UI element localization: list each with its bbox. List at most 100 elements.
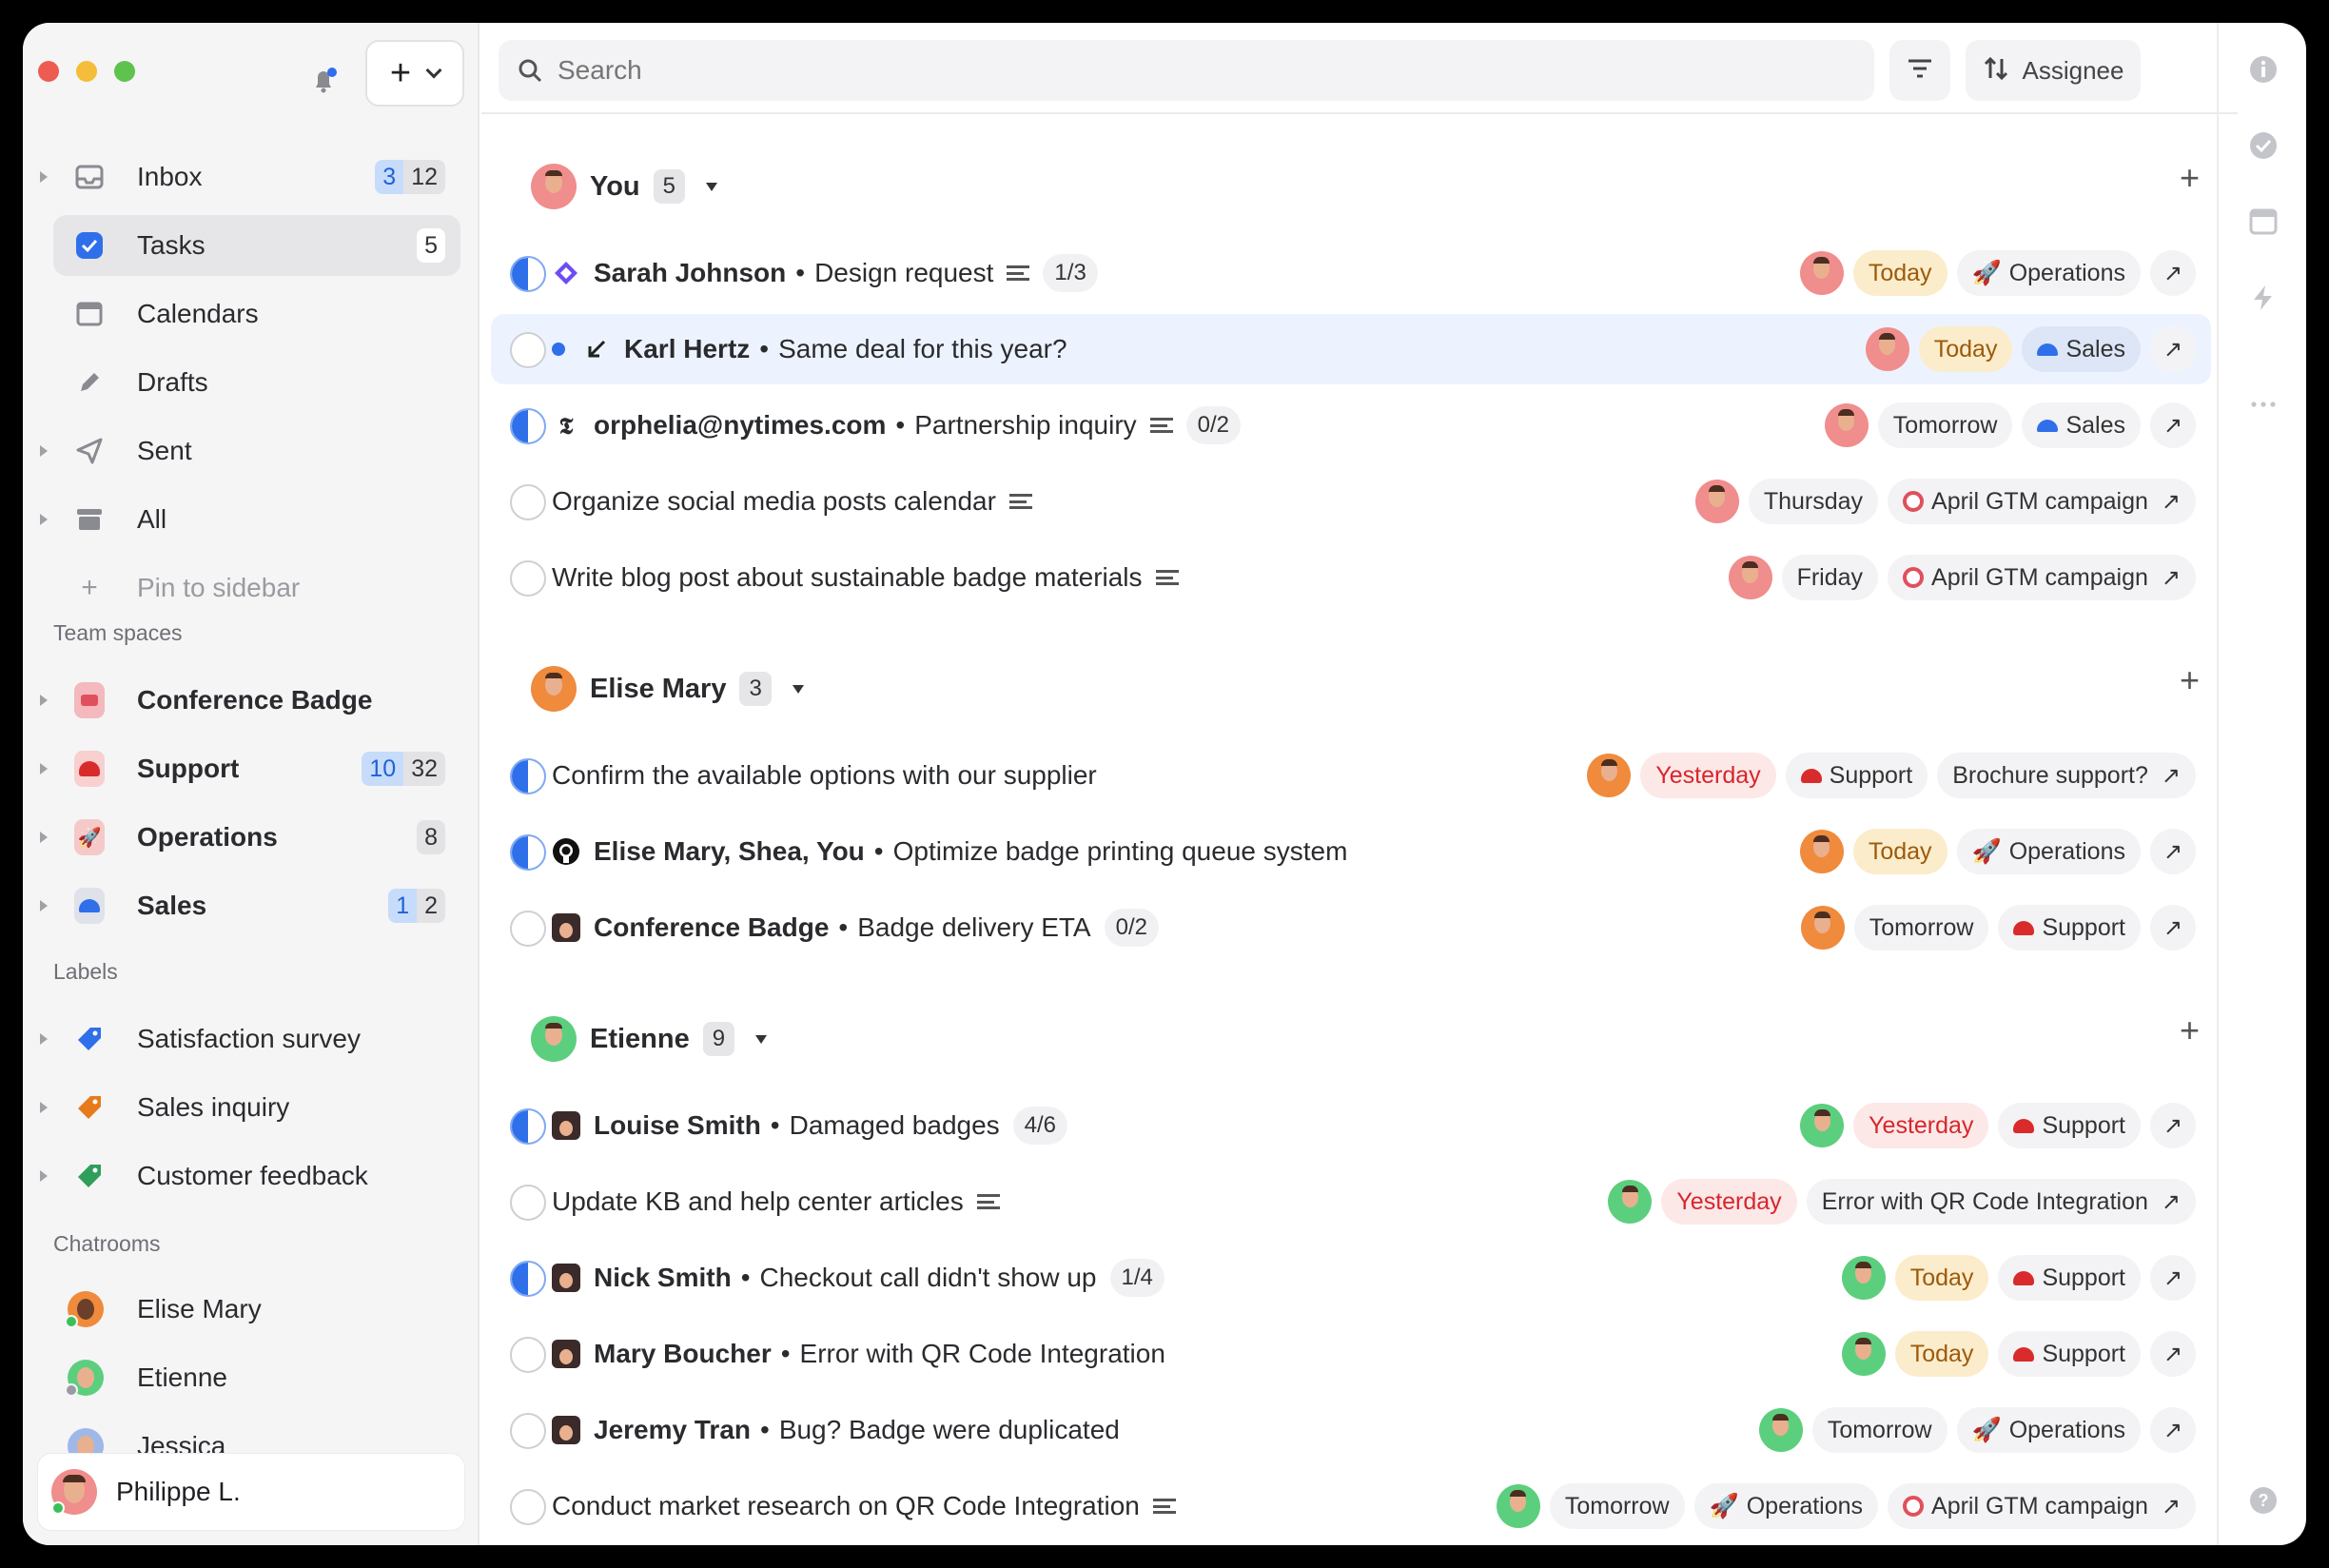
assignee-group-header[interactable]: Etienne 9 xyxy=(531,1016,768,1062)
assignee-avatar[interactable] xyxy=(531,1016,577,1062)
assignee-avatar[interactable] xyxy=(1728,556,1772,599)
task-checkbox[interactable] xyxy=(510,834,546,871)
project-chip[interactable]: 🚀 Operations xyxy=(1693,1483,1879,1529)
search-bar[interactable] xyxy=(499,40,1874,101)
assignee-avatar[interactable] xyxy=(1758,1408,1803,1452)
task-row[interactable]: Conference Badge • Badge delivery ETA 0/2 T… xyxy=(491,892,2211,963)
project-chip[interactable]: Sales xyxy=(2022,326,2141,372)
project-chip[interactable]: 🚀 Operations xyxy=(1956,250,2141,296)
sidebar-item-support[interactable]: Support 10 32 xyxy=(40,738,460,799)
filter-button[interactable] xyxy=(1889,40,1950,101)
assignee-avatar[interactable] xyxy=(1799,830,1844,873)
task-row[interactable]: Mary Boucher • Error with QR Code Integrat… xyxy=(491,1319,2211,1389)
due-date-chip[interactable]: Tomorrow xyxy=(1877,402,2013,448)
expand-caret-icon[interactable] xyxy=(40,1033,48,1045)
open-arrow-icon[interactable]: ↗ xyxy=(2150,1407,2196,1453)
open-arrow-icon[interactable]: ↗ xyxy=(2162,1188,2181,1216)
due-date-chip[interactable]: Today xyxy=(1852,250,1947,296)
project-chip[interactable]: Support xyxy=(1998,1331,2141,1377)
sidebar-item-operations[interactable]: 🚀 Operations 8 xyxy=(40,807,460,868)
add-task-plus-icon[interactable]: + xyxy=(2180,660,2200,700)
open-arrow-icon[interactable]: ↗ xyxy=(2150,1331,2196,1377)
assignee-avatar[interactable] xyxy=(1800,1104,1845,1147)
search-input[interactable] xyxy=(558,55,1794,86)
add-task-plus-icon[interactable]: + xyxy=(2180,1010,2200,1050)
task-row[interactable]: Jeremy Tran • Bug? Badge were duplicated T… xyxy=(491,1395,2211,1465)
task-row[interactable]: Nick Smith • Checkout call didn't show up 1… xyxy=(491,1243,2211,1313)
due-date-chip[interactable]: Tomorrow xyxy=(1853,905,1989,951)
chevron-down-icon[interactable] xyxy=(425,62,442,79)
open-arrow-icon[interactable]: ↗ xyxy=(2150,402,2196,448)
task-row[interactable]: Elise Mary, Shea, You • Optimize badge pri… xyxy=(491,816,2211,887)
expand-caret-icon[interactable] xyxy=(40,832,48,843)
due-date-chip[interactable]: Tomorrow xyxy=(1549,1483,1685,1529)
close-window-button[interactable] xyxy=(38,61,59,82)
assignee-avatar[interactable] xyxy=(1587,754,1632,797)
task-checkbox[interactable] xyxy=(510,332,546,368)
expand-caret-icon[interactable] xyxy=(40,695,48,706)
assignee-avatar[interactable] xyxy=(1608,1180,1653,1224)
task-row[interactable]: Write blog post about sustainable badge … xyxy=(491,542,2211,613)
linked-item-chip[interactable]: Brochure support? ↗ xyxy=(1937,753,2196,798)
task-checkbox[interactable] xyxy=(510,1261,546,1297)
sort-by-assignee-button[interactable]: Assignee xyxy=(1966,40,2141,101)
assignee-avatar[interactable] xyxy=(1865,327,1909,371)
due-date-chip[interactable]: Today xyxy=(1894,1255,1989,1301)
assignee-group-header[interactable]: Elise Mary 3 xyxy=(531,666,804,712)
calendar-icon[interactable] xyxy=(2249,207,2278,236)
more-icon[interactable] xyxy=(2249,390,2278,419)
sidebar-item-sales[interactable]: Sales 12 xyxy=(40,875,460,936)
assignee-avatar[interactable] xyxy=(1824,403,1869,447)
project-chip[interactable]: 🚀 Operations xyxy=(1956,1407,2141,1453)
sidebar-item-customer-feedback[interactable]: Customer feedback xyxy=(40,1146,460,1206)
assignee-avatar[interactable] xyxy=(1694,480,1739,523)
due-date-chip[interactable]: Today xyxy=(1894,1331,1989,1377)
project-chip[interactable]: Support xyxy=(1785,753,1928,798)
collapse-caret-icon[interactable] xyxy=(705,182,717,191)
open-arrow-icon[interactable]: ↗ xyxy=(2150,326,2196,372)
task-checkbox[interactable] xyxy=(510,1489,546,1525)
pin-to-sidebar-button[interactable]: + Pin to sidebar xyxy=(53,558,460,618)
help-icon[interactable]: ? xyxy=(2249,1486,2278,1515)
maximize-window-button[interactable] xyxy=(114,61,135,82)
due-date-chip[interactable]: Tomorrow xyxy=(1811,1407,1947,1453)
task-checkbox[interactable] xyxy=(510,484,546,520)
project-chip[interactable]: Support xyxy=(1998,1103,2141,1148)
minimize-window-button[interactable] xyxy=(76,61,97,82)
project-chip[interactable]: April GTM campaign ↗ xyxy=(1888,555,2196,600)
chatroom-etienne[interactable]: Etienne xyxy=(53,1347,460,1408)
open-arrow-icon[interactable]: ↗ xyxy=(2150,1255,2196,1301)
due-date-chip[interactable]: Yesterday xyxy=(1661,1179,1797,1225)
due-date-chip[interactable]: Yesterday xyxy=(1853,1103,1989,1148)
current-user-button[interactable]: Philippe L. xyxy=(38,1454,464,1530)
task-checkbox[interactable] xyxy=(510,758,546,794)
open-arrow-icon[interactable]: ↗ xyxy=(2150,1103,2196,1148)
linked-item-chip[interactable]: April GTM campaign ↗ xyxy=(1888,1483,2196,1529)
project-chip[interactable]: April GTM campaign ↗ xyxy=(1888,479,2196,524)
sidebar-item-calendars[interactable]: Calendars xyxy=(53,284,460,344)
collapse-caret-icon[interactable] xyxy=(792,684,804,694)
task-check-icon[interactable] xyxy=(2249,131,2278,160)
open-arrow-icon[interactable]: ↗ xyxy=(2162,762,2181,790)
add-task-plus-icon[interactable]: + xyxy=(2180,158,2200,198)
open-arrow-icon[interactable]: ↗ xyxy=(2150,250,2196,296)
task-row[interactable]: Karl Hertz • Same deal for this year? Toda… xyxy=(491,314,2211,384)
lightning-icon[interactable] xyxy=(2249,284,2278,312)
task-checkbox[interactable] xyxy=(510,1337,546,1373)
assignee-avatar[interactable] xyxy=(1841,1332,1886,1376)
assignee-group-header[interactable]: You 5 xyxy=(531,164,717,209)
assignee-avatar[interactable] xyxy=(1799,251,1844,295)
task-row[interactable]: Update KB and help center articles Yeste… xyxy=(491,1166,2211,1237)
sidebar-item-drafts[interactable]: Drafts xyxy=(53,352,460,413)
due-date-chip[interactable]: Today xyxy=(1918,326,2013,372)
sidebar-item-sales-inquiry[interactable]: Sales inquiry xyxy=(40,1077,460,1138)
task-checkbox[interactable] xyxy=(510,911,546,947)
project-chip[interactable]: Support xyxy=(1998,905,2141,951)
task-row[interactable]: Sarah Johnson • Design request 1/3 Today 🚀 Op… xyxy=(491,238,2211,308)
expand-caret-icon[interactable] xyxy=(40,900,48,911)
task-row[interactable]: Organize social media posts calendar Thu… xyxy=(491,466,2211,537)
sidebar-item-sent[interactable]: Sent xyxy=(40,421,460,481)
task-checkbox[interactable] xyxy=(510,1413,546,1449)
assignee-avatar[interactable] xyxy=(1800,906,1845,950)
expand-caret-icon[interactable] xyxy=(40,1170,48,1182)
